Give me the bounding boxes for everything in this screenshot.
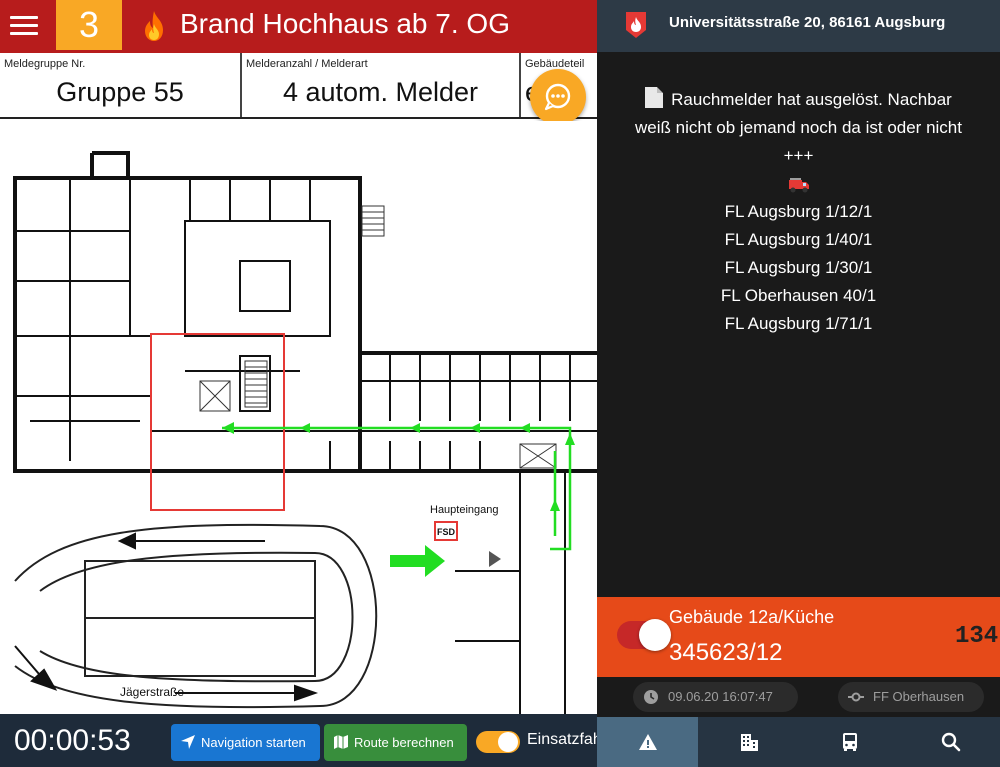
fire-department-logo-icon (626, 12, 646, 38)
unit-line: FL Augsburg 1/30/1 (724, 258, 873, 277)
tab-vehicles[interactable] (799, 717, 900, 767)
clock-icon (644, 690, 658, 704)
chat-button[interactable] (530, 69, 586, 125)
tab-alarm[interactable] (597, 717, 698, 767)
alarm-message: Rauchmelder hat ausgelöst. Nachbar weiß … (597, 86, 1000, 338)
building-icon (741, 734, 758, 751)
hamburger-icon[interactable] (10, 13, 38, 37)
map-icon (334, 735, 348, 749)
fire-truck-icon (788, 177, 809, 193)
chat-bubble-icon (544, 83, 571, 111)
group-cell: Meldegruppe Nr. Gruppe 55 (0, 53, 242, 117)
alarm-unit: FF Oberhausen (873, 689, 965, 704)
street-label: Jägerstraße (120, 685, 184, 699)
object-number: 345623/12 (669, 639, 783, 666)
message-separator: +++ (783, 146, 814, 165)
start-navigation-label: Navigation starten (201, 735, 306, 750)
alarm-title: Brand Hochhaus ab 7. OG (180, 8, 510, 39)
group-label: Meldegruppe Nr. (4, 58, 86, 70)
detectors-label: Melderanzahl / Melderart (246, 58, 368, 70)
fire-icon (145, 11, 163, 41)
message-line-2: weiß nicht ob jemand noch da ist oder ni… (635, 118, 962, 137)
unit-line: FL Oberhausen 40/1 (720, 286, 877, 305)
detail-tab-bar (597, 717, 1000, 767)
group-value: Gruppe 55 (56, 77, 184, 107)
unit-line: FL Augsburg 1/40/1 (724, 230, 873, 249)
calculate-route-button[interactable]: Route berechnen (324, 724, 467, 761)
incident-address: Universitätsstraße 20, 86161 Augsburg (669, 14, 946, 31)
map-pane: 3 Brand Hochhaus ab 7. OG Meldegruppe Nr… (0, 0, 597, 767)
alarm-datetime: 09.06.20 16:07:47 (668, 689, 773, 704)
tab-building[interactable] (698, 717, 799, 767)
alarm-unit-pill: FF Oberhausen (838, 682, 984, 712)
search-icon (941, 732, 961, 752)
entrance-label: Haupteingang (430, 504, 499, 516)
detectors-value: 4 autom. Melder (282, 77, 479, 107)
unit-line: FL Augsburg 1/71/1 (724, 314, 873, 333)
alarm-header: 3 Brand Hochhaus ab 7. OG (0, 0, 597, 53)
emergency-drive-label: Einsatzfahrt (527, 731, 597, 748)
object-extra-number: 134 (955, 623, 999, 650)
alarm-detail-pane: Universitätsstraße 20, 86161 Augsburg Ra… (597, 0, 1000, 767)
object-name: Gebäude 12a/Küche (669, 607, 835, 627)
address-header: Universitätsstraße 20, 86161 Augsburg (597, 0, 1000, 52)
bus-icon (843, 733, 857, 751)
unit-line: FL Augsburg 1/12/1 (724, 202, 873, 221)
fsd-label: FSD (437, 527, 456, 537)
commit-dot-icon (848, 692, 864, 702)
object-toggle[interactable] (617, 619, 671, 651)
calculate-route-label: Route berechnen (354, 735, 454, 750)
alarm-level-badge: 3 (56, 0, 122, 50)
floor-plan-map[interactable]: FSD Haupteingang Jägerstraße (0, 121, 597, 714)
start-navigation-button[interactable]: Navigation starten (171, 724, 320, 761)
action-bar: 00:00:53 Navigation starten Route berech… (0, 714, 597, 767)
alarm-meta: 09.06.20 16:07:47 FF Oberhausen (597, 677, 1000, 717)
document-icon (645, 87, 664, 108)
detectors-cell: Melderanzahl / Melderart 4 autom. Melder (242, 53, 521, 117)
warning-icon (639, 734, 657, 750)
message-line-1: Rauchmelder hat ausgelöst. Nachbar (671, 90, 952, 109)
navigation-arrow-icon (181, 735, 195, 749)
elapsed-timer: 00:00:53 (14, 724, 131, 757)
object-card[interactable]: Gebäude 12a/Küche 345623/12 134 (597, 597, 1000, 677)
detector-info-bar: Meldegruppe Nr. Gruppe 55 Melderanzahl /… (0, 53, 597, 119)
emergency-drive-toggle[interactable] (476, 731, 520, 753)
alarm-time-pill: 09.06.20 16:07:47 (633, 682, 798, 712)
tab-search[interactable] (900, 717, 1000, 767)
